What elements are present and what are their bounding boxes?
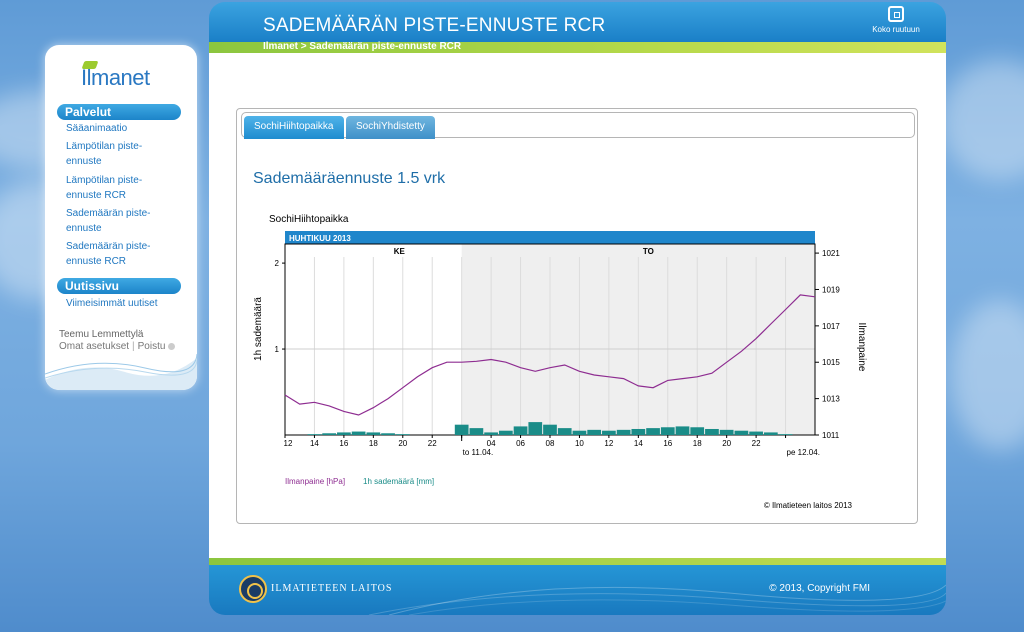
precipitation-bar (337, 432, 351, 435)
tab-bar: SochiHiihtopaikka SochiYhdistetty (241, 112, 915, 139)
month-label: HUHTIKUU 2013 (289, 234, 351, 243)
day-label: TO (643, 247, 654, 256)
x-tick-label: 14 (310, 439, 319, 448)
x-tick-label: 10 (575, 439, 584, 448)
y-right-tick-label: 1011 (822, 431, 840, 440)
sidebar: Ilmanet Palvelut Sääanimaatio Lämpötilan… (45, 45, 197, 390)
chart-legend: Ilmanpaine [hPa] 1h sademäärä [mm] (285, 477, 434, 486)
x-tick-label: 14 (634, 439, 643, 448)
precipitation-bar (587, 429, 602, 435)
y-right-tick-label: 1017 (822, 322, 840, 331)
breadcrumb[interactable]: Ilmanet > Sademäärän piste-ennuste RCR (263, 41, 461, 52)
precipitation-bar (557, 428, 572, 435)
y-right-tick-label: 1021 (822, 249, 840, 258)
precipitation-bar (469, 428, 484, 435)
tab-sochi-hiihtopaikka[interactable]: SochiHiihtopaikka (244, 116, 344, 139)
content-bottom-bar (209, 558, 946, 565)
sidebar-item-lampotila-ennuste-rcr[interactable]: Lämpötilan piste-ennuste RCR (66, 173, 176, 203)
precipitation-bar (322, 433, 337, 435)
precipitation-bar (454, 424, 469, 435)
fullscreen-label: Koko ruutuun (872, 25, 920, 34)
precipitation-bar (513, 426, 528, 435)
fullscreen-icon (888, 6, 904, 22)
y-right-tick-label: 1013 (822, 395, 840, 404)
day-label: KE (394, 247, 406, 256)
x-tick-label: 06 (516, 439, 525, 448)
page-header: SADEMÄÄRÄN PISTE-ENNUSTE RCR Koko ruutuu… (209, 2, 946, 42)
precipitation-bar (484, 432, 498, 435)
chart-heading: Sademääräennuste 1.5 vrk (253, 170, 446, 187)
background-cloud (950, 300, 1024, 450)
legend-precipitation: 1h sademäärä [mm] (363, 477, 434, 486)
background-cloud (940, 60, 1024, 180)
x-tick-label: 12 (604, 439, 613, 448)
breadcrumb-bar: Ilmanet > Sademäärän piste-ennuste RCR (209, 41, 946, 53)
legend-pressure: Ilmanpaine [hPa] (285, 477, 345, 486)
precipitation-bar (778, 434, 793, 435)
y-axis-left-label: 1h sademäärä (253, 297, 264, 361)
precipitation-bar (543, 424, 557, 435)
y-axis-right-label: Ilmanpaine (856, 323, 867, 372)
precipitation-chart: SochiHiihtopaikka HUHTIKUU 2013 KE TO12 14… (253, 214, 867, 509)
y-left-tick-label: 1 (275, 345, 280, 354)
precipitation-bar (749, 431, 763, 435)
precipitation-bar (719, 429, 734, 435)
x-tick-label: 16 (339, 439, 348, 448)
precipitation-bar (498, 430, 513, 435)
precipitation-bar (366, 432, 381, 435)
precipitation-bar (763, 432, 778, 435)
footer-waves (368, 584, 946, 615)
precipitation-bar (528, 422, 543, 435)
precipitation-bar (646, 428, 660, 435)
y-right-tick-label: 1015 (822, 358, 840, 367)
month-bar (285, 231, 815, 244)
precipitation-bar (307, 434, 322, 435)
precipitation-bar (660, 427, 675, 435)
sidebar-item-saaanimaatio[interactable]: Sääanimaatio (66, 121, 176, 136)
sidebar-item-lampotila-ennuste[interactable]: Lämpötilan piste-ennuste (66, 139, 176, 169)
fullscreen-button[interactable]: Koko ruutuun (866, 6, 926, 34)
sidebar-item-sademaara-ennuste[interactable]: Sademäärän piste-ennuste (66, 206, 176, 236)
precipitation-bar (734, 430, 749, 435)
x-tick-label: to 11.04. (463, 448, 494, 457)
precipitation-bar (381, 433, 395, 435)
x-tick-label: 18 (369, 439, 378, 448)
x-tick-label: 20 (398, 439, 407, 448)
chart-title: SochiHiihtopaikka (269, 214, 349, 225)
precipitation-bar (675, 426, 690, 435)
y-right-tick-label: 1019 (822, 285, 840, 294)
ilmanet-logo[interactable]: Ilmanet (81, 65, 150, 91)
precipitation-bar (602, 430, 616, 435)
footer: ILMATIETEEN LAITOS © 2013, Copyright FMI (209, 565, 946, 615)
services-section-title: Palvelut (57, 104, 181, 120)
precipitation-bar (631, 428, 646, 435)
precipitation-bar (616, 429, 631, 435)
decorative-waves (45, 353, 197, 390)
precipitation-bar (395, 434, 410, 435)
x-tick-label: 12 (284, 439, 293, 448)
forecast-panel: SochiHiihtopaikka SochiYhdistetty Sademä… (236, 108, 918, 524)
x-tick-label: pe 12.04. (787, 448, 820, 457)
x-tick-label: 08 (546, 439, 555, 448)
x-tick-label: 04 (487, 439, 496, 448)
precipitation-bar (690, 427, 705, 435)
chart-credit: © Ilmatieteen laitos 2013 (764, 501, 853, 509)
x-tick-label: 22 (428, 439, 437, 448)
x-tick-label: 16 (663, 439, 672, 448)
plot-area: KE TO12 14 16 18 20 22to 11.04.04 06 08 10 12 14 16 1… (275, 243, 840, 457)
x-tick-label: 22 (752, 439, 761, 448)
x-tick-label: 20 (722, 439, 731, 448)
x-tick-label: 18 (693, 439, 702, 448)
precipitation-bar (572, 430, 587, 435)
y-left-tick-label: 2 (275, 259, 280, 268)
sidebar-item-sademaara-ennuste-rcr[interactable]: Sademäärän piste-ennuste RCR (66, 239, 176, 269)
page-title: SADEMÄÄRÄN PISTE-ENNUSTE RCR (263, 15, 606, 36)
logout-icon[interactable] (168, 342, 176, 350)
user-name: Teemu Lemmettylä (59, 329, 144, 340)
sidebar-item-latest-news[interactable]: Viimeisimmät uutiset (66, 296, 176, 311)
news-section-title: Uutissivu (57, 278, 181, 294)
tab-sochi-yhdistetty[interactable]: SochiYhdistetty (346, 116, 435, 139)
precipitation-bar (705, 428, 719, 435)
precipitation-bar (351, 431, 366, 435)
